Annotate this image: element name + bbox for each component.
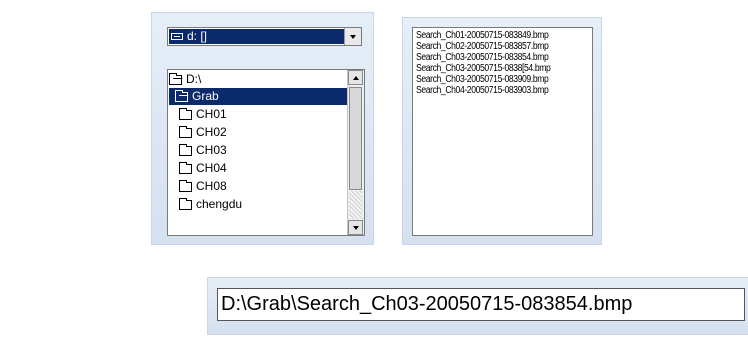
scrollbar-track[interactable] xyxy=(349,191,362,219)
folder-icon xyxy=(179,125,192,138)
folder-browser-panel: d: [] D:\ Grab CH01 CH02 CH03 CH04 CH08 … xyxy=(151,12,374,245)
folder-item-label: chengdu xyxy=(196,197,243,211)
file-list-item[interactable]: Search_Ch02-20050715-083857.bmp xyxy=(416,41,567,52)
file-list-item[interactable]: Search_Ch03-20050715-0838[54.bmp xyxy=(416,63,567,74)
scroll-up-button[interactable] xyxy=(348,70,363,85)
drive-icon xyxy=(171,33,183,40)
folder-item-ch01[interactable]: CH01 xyxy=(169,106,227,123)
file-list-item[interactable]: Search_Ch04-20050715-083903.bmp xyxy=(416,85,567,96)
scrollbar-thumb[interactable] xyxy=(349,87,362,190)
folder-item-label: Grab xyxy=(192,89,219,103)
folder-icon xyxy=(179,161,192,174)
file-list-panel: Search_Ch01-20050715-083849.bmp Search_C… xyxy=(402,17,602,245)
folder-item-ch04[interactable]: CH04 xyxy=(169,160,227,177)
folder-item-ch08[interactable]: CH08 xyxy=(169,178,227,195)
drive-select-value-box: d: [] xyxy=(169,29,344,44)
folder-item-ch03[interactable]: CH03 xyxy=(169,142,227,159)
folder-icon xyxy=(179,179,192,192)
folder-item-label: CH03 xyxy=(196,143,227,157)
folder-item-ch02[interactable]: CH02 xyxy=(169,124,227,141)
folder-item-grab[interactable]: Grab xyxy=(169,88,356,105)
folder-item-d-root[interactable]: D:\ xyxy=(169,71,201,88)
folder-item-label: CH08 xyxy=(196,179,227,193)
folder-icon xyxy=(179,197,192,210)
folder-icon xyxy=(179,107,192,120)
file-list[interactable]: Search_Ch01-20050715-083849.bmp Search_C… xyxy=(412,27,593,236)
file-list-item[interactable]: Search_Ch01-20050715-083849.bmp xyxy=(416,30,567,41)
chevron-down-icon xyxy=(352,225,359,230)
folder-list-scrollbar[interactable] xyxy=(347,70,364,235)
file-list-item[interactable]: Search_Ch03-20050715-083854.bmp xyxy=(416,52,567,63)
folder-item-label: CH01 xyxy=(196,107,227,121)
folder-item-label: D:\ xyxy=(186,72,202,86)
folder-item-chengdu[interactable]: chengdu xyxy=(169,196,242,213)
drive-select-value: d: [] xyxy=(187,29,208,43)
file-list-item[interactable]: Search_Ch03-20050715-083909.bmp xyxy=(416,74,567,85)
folder-icon xyxy=(179,143,192,156)
scroll-down-button[interactable] xyxy=(348,220,363,235)
folder-item-label: CH02 xyxy=(196,125,227,139)
folder-open-icon xyxy=(175,89,188,102)
chevron-up-icon xyxy=(352,75,359,80)
file-path-field[interactable]: D:\Grab\Search_Ch03-20050715-083854.bmp xyxy=(217,288,745,321)
chevron-down-icon xyxy=(350,34,356,39)
drive-select[interactable]: d: [] xyxy=(167,27,362,46)
path-panel: D:\Grab\Search_Ch03-20050715-083854.bmp xyxy=(207,277,748,335)
drive-dropdown-button[interactable] xyxy=(344,28,361,45)
folder-open-icon xyxy=(169,72,182,85)
folder-list[interactable]: D:\ Grab CH01 CH02 CH03 CH04 CH08 chengd… xyxy=(167,69,365,236)
folder-item-label: CH04 xyxy=(196,161,227,175)
